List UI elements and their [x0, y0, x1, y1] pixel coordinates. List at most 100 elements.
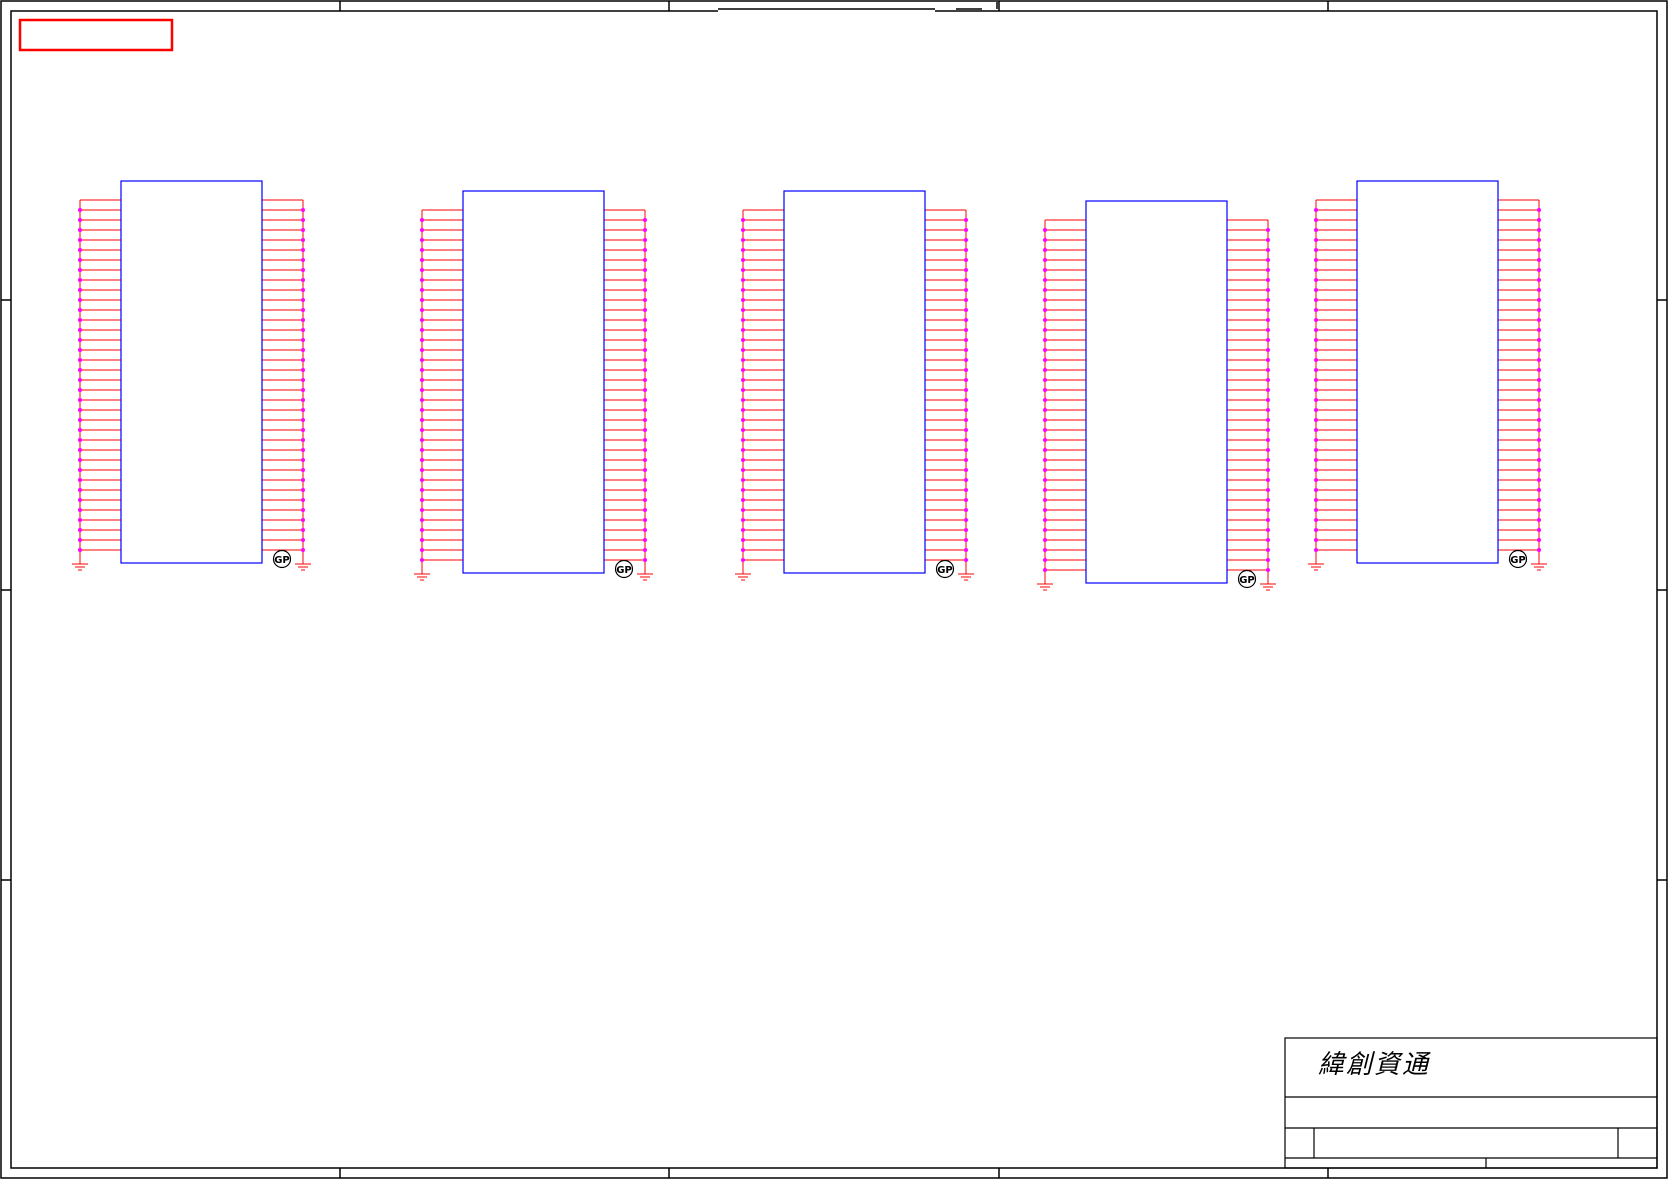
- connector-5-left-junction-dot: [1314, 368, 1318, 372]
- connector-2-left-junction-dot: [420, 248, 424, 252]
- connector-3-left-junction-dot: [741, 248, 745, 252]
- connector-3-left-junction-dot: [741, 288, 745, 292]
- connector-1-right-junction-dot: [301, 288, 305, 292]
- connector-3-right-junction-dot: [964, 318, 968, 322]
- connector-1-right-junction-dot: [301, 378, 305, 382]
- connector-4-right-ground-icon: [1260, 580, 1276, 591]
- connector-1-right-junction-dot: [301, 268, 305, 272]
- connector-4-right-junction-dot: [1266, 438, 1270, 442]
- connector-3-left-junction-dot: [741, 348, 745, 352]
- connector-4-left-junction-dot: [1043, 228, 1047, 232]
- connector-3-left-junction-dot: [741, 328, 745, 332]
- connector-5-left-junction-dot: [1314, 378, 1318, 382]
- connector-4-right-junction-dot: [1266, 288, 1270, 292]
- connector-2-right-junction-dot: [643, 558, 647, 562]
- connector-4-left-junction-dot: [1043, 478, 1047, 482]
- connector-2-left-junction-dot: [420, 558, 424, 562]
- connector-3-right-junction-dot: [964, 328, 968, 332]
- connector-5-right-junction-dot: [1537, 238, 1541, 242]
- connector-4-left-junction-dot: [1043, 368, 1047, 372]
- connector-5-right-junction-dot: [1537, 498, 1541, 502]
- connector-4-left-junction-dot: [1043, 278, 1047, 282]
- connector-3-right-junction-dot: [964, 518, 968, 522]
- connector-1-right-junction-dot: [301, 528, 305, 532]
- connector-2-right-junction-dot: [643, 418, 647, 422]
- connector-4-left-junction-dot: [1043, 558, 1047, 562]
- connector-2-right-junction-dot: [643, 488, 647, 492]
- connector-1-left-junction-dot: [78, 408, 82, 412]
- connector-3-right-junction-dot: [964, 458, 968, 462]
- connector-3-right-junction-dot: [964, 538, 968, 542]
- connector-5-left-junction-dot: [1314, 268, 1318, 272]
- connector-1-left-junction-dot: [78, 498, 82, 502]
- connector-4-left-junction-dot: [1043, 378, 1047, 382]
- connector-3-left-junction-dot: [741, 538, 745, 542]
- connector-4-right-junction-dot: [1266, 548, 1270, 552]
- connector-4-right-junction-dot: [1266, 428, 1270, 432]
- connector-5-right-junction-dot: [1537, 218, 1541, 222]
- connector-1-left-junction-dot: [78, 328, 82, 332]
- connector-5-left-junction-dot: [1314, 518, 1318, 522]
- connector-4-right-junction-dot: [1266, 538, 1270, 542]
- connector-3-gp-badge-icon: GP: [935, 559, 955, 579]
- connector-2-right-junction-dot: [643, 408, 647, 412]
- connector-4-right-junction-dot: [1266, 398, 1270, 402]
- connector-2-left-junction-dot: [420, 358, 424, 362]
- connector-1-left-junction-dot: [78, 218, 82, 222]
- connector-2-left-junction-dot: [420, 388, 424, 392]
- connector-4-left-junction-dot: [1043, 358, 1047, 362]
- connector-1-right-junction-dot: [301, 308, 305, 312]
- connector-2-left-junction-dot: [420, 378, 424, 382]
- connector-1-left-junction-dot: [78, 458, 82, 462]
- connector-5-right-ground-icon: [1531, 560, 1547, 571]
- connector-3-left-junction-dot: [741, 298, 745, 302]
- connector-1-right-junction-dot: [301, 388, 305, 392]
- connector-3-right-junction-dot: [964, 438, 968, 442]
- connector-4-right-junction-dot: [1266, 418, 1270, 422]
- connector-2-left-ground-icon: [414, 570, 430, 581]
- connector-5-right-junction-dot: [1537, 288, 1541, 292]
- connector-3-left-ground-icon: [735, 570, 751, 581]
- connector-2-right-junction-dot: [643, 278, 647, 282]
- connector-5-right-junction-dot: [1537, 358, 1541, 362]
- connector-4-left-junction-dot: [1043, 258, 1047, 262]
- connector-1-right-junction-dot: [301, 548, 305, 552]
- connector-4-right-junction-dot: [1266, 568, 1270, 572]
- connector-4-right-junction-dot: [1266, 518, 1270, 522]
- connector-2-right-junction-dot: [643, 368, 647, 372]
- connector-2-right-junction-dot: [643, 248, 647, 252]
- connector-4-right-junction-dot: [1266, 448, 1270, 452]
- connector-4: GP: [1037, 200, 1276, 591]
- connector-5-left-junction-dot: [1314, 348, 1318, 352]
- connector-2-right-junction-dot: [643, 458, 647, 462]
- connector-1-left-junction-dot: [78, 278, 82, 282]
- connector-2-right-junction-dot: [643, 498, 647, 502]
- connector-1-right-junction-dot: [301, 428, 305, 432]
- connector-2-left-junction-dot: [420, 318, 424, 322]
- connector-1-left-junction-dot: [78, 348, 82, 352]
- connector-3-right-junction-dot: [964, 268, 968, 272]
- connector-2-left-junction-dot: [420, 538, 424, 542]
- outer-border: [0, 0, 1668, 1179]
- connector-2-left-junction-dot: [420, 468, 424, 472]
- connector-5-right-junction-dot: [1537, 208, 1541, 212]
- connector-1-right-junction-dot: [301, 318, 305, 322]
- connector-4-left-junction-dot: [1043, 238, 1047, 242]
- connector-5-right-junction-dot: [1537, 318, 1541, 322]
- connector-3-right-junction-dot: [964, 228, 968, 232]
- connector-1-right-junction-dot: [301, 228, 305, 232]
- connector-2-left-junction-dot: [420, 448, 424, 452]
- connector-3-right-junction-dot: [964, 378, 968, 382]
- connector-1-right-junction-dot: [301, 508, 305, 512]
- connector-5-right-junction-dot: [1537, 278, 1541, 282]
- connector-2-right-junction-dot: [643, 268, 647, 272]
- connector-2-left-junction-dot: [420, 338, 424, 342]
- connector-5-right-junction-dot: [1537, 388, 1541, 392]
- connector-5-left-junction-dot: [1314, 528, 1318, 532]
- connector-4-left-junction-dot: [1043, 528, 1047, 532]
- connector-4-left-junction-dot: [1043, 388, 1047, 392]
- connector-4-right-junction-dot: [1266, 468, 1270, 472]
- connector-2-gp-badge-icon: GP: [614, 559, 634, 579]
- connector-3-right-junction-dot: [964, 448, 968, 452]
- connector-3-left-junction-dot: [741, 258, 745, 262]
